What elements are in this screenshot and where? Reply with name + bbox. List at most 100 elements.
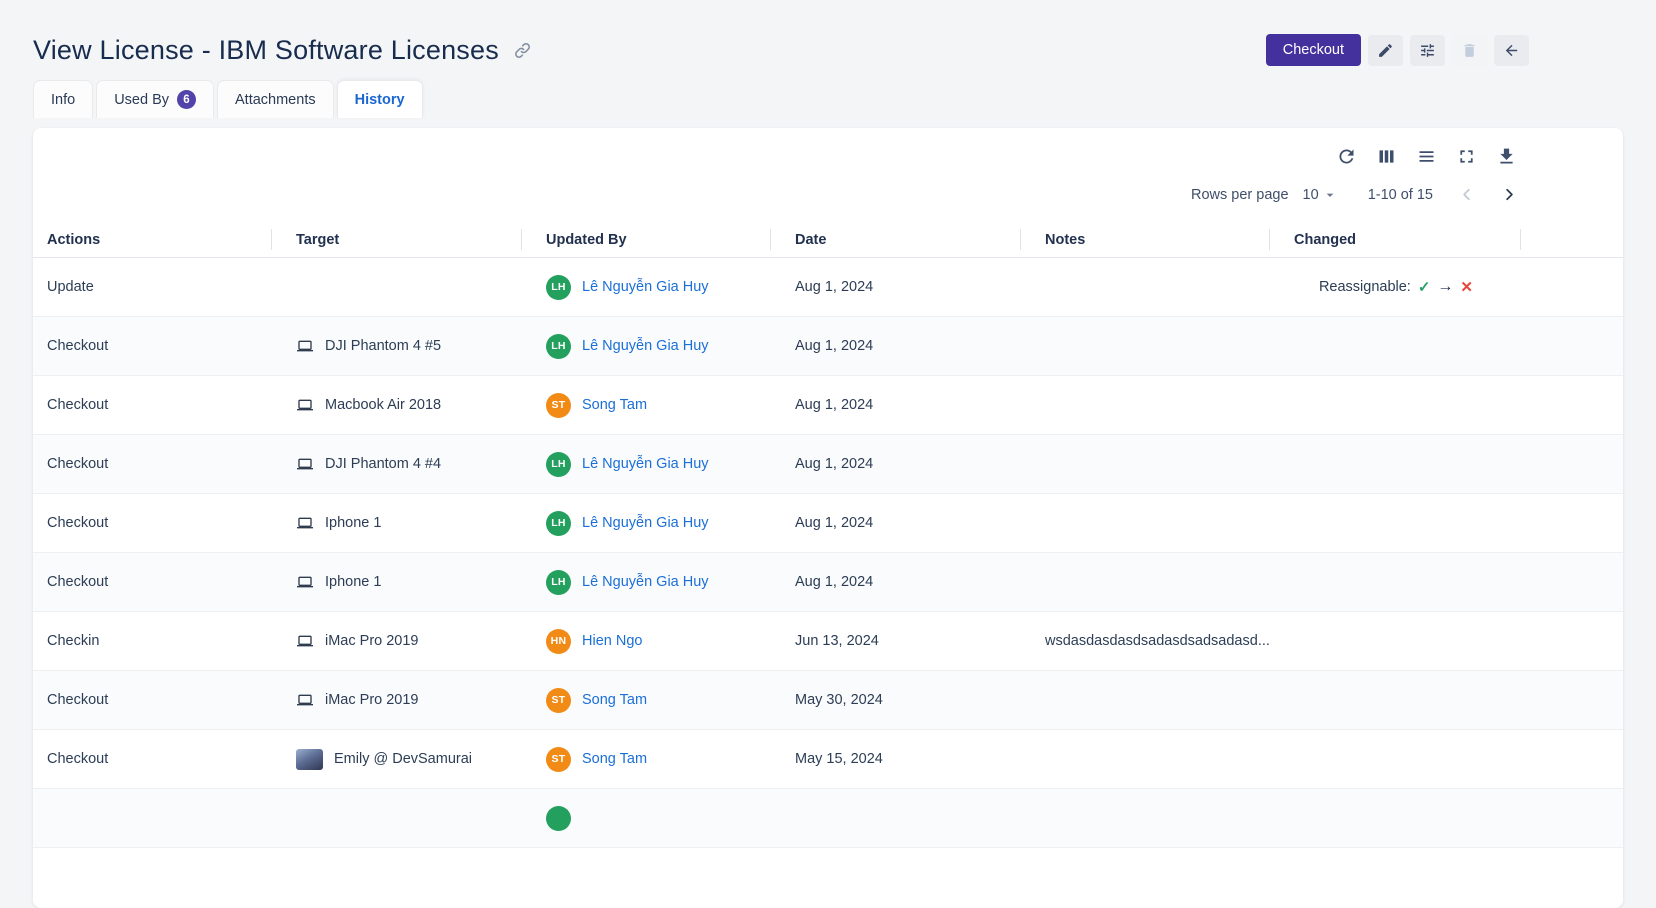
tab-used-by[interactable]: Used By 6 [96,80,214,118]
user-link[interactable]: Lê Nguyễn Gia Huy [582,456,709,472]
user-avatar: HN [546,629,571,654]
date-label: Aug 1, 2024 [795,515,873,531]
column-header-target[interactable]: Target [272,222,522,257]
export-button[interactable] [1496,146,1517,167]
action-label: Update [47,279,94,295]
chevron-left-icon [1457,185,1476,204]
updated-by-cell [522,789,771,847]
column-header-date[interactable]: Date [771,222,1021,257]
settings-button[interactable] [1410,35,1445,66]
refresh-button[interactable] [1336,146,1357,167]
action-cell: Checkout [33,494,272,552]
column-header-updated-by[interactable]: Updated By [522,222,771,257]
user-link[interactable]: Lê Nguyễn Gia Huy [582,515,709,531]
user-link[interactable]: Song Tam [582,751,647,767]
prev-page-button [1455,183,1478,206]
table-row: Checkout DJI Phantom 4 #4 LH Lê Nguyễn G… [33,435,1623,494]
user-link[interactable]: Lê Nguyễn Gia Huy [582,574,709,590]
columns-button[interactable] [1376,146,1397,167]
caret-down-icon [1322,187,1338,203]
spacer-cell [1521,258,1623,316]
x-icon: ✕ [1460,278,1473,296]
user-avatar: LH [546,511,571,536]
notes-cell [1021,730,1270,788]
action-cell [33,789,272,847]
fullscreen-button[interactable] [1456,146,1477,167]
next-page-button[interactable] [1498,183,1521,206]
column-header-notes[interactable]: Notes [1021,222,1270,257]
pagination: Rows per page 10 1-10 of 15 [33,167,1623,206]
date-cell: Aug 1, 2024 [771,435,1021,493]
table-row: Checkout Emily @ DevSamurai ST Song Tam … [33,730,1623,789]
target-label: Emily @ DevSamurai [334,751,472,767]
tab-info[interactable]: Info [33,80,93,118]
back-button[interactable] [1494,35,1529,66]
target-cell: Emily @ DevSamurai [272,730,522,788]
spacer-cell [1521,317,1623,375]
column-header-spacer [1521,222,1623,257]
user-link[interactable]: Song Tam [582,397,647,413]
action-cell: Checkout [33,730,272,788]
tab-history[interactable]: History [337,80,423,118]
user-link[interactable]: Lê Nguyễn Gia Huy [582,338,709,354]
laptop-icon [296,397,314,413]
rows-per-page-select[interactable]: 10 [1303,187,1338,203]
density-button[interactable] [1416,146,1437,167]
action-cell: Checkout [33,376,272,434]
action-cell: Checkout [33,671,272,729]
updated-by-cell: HN Hien Ngo [522,612,771,670]
tab-info-label: Info [51,92,75,108]
target-cell: iMac Pro 2019 [272,612,522,670]
target-cell [272,258,522,316]
date-cell: Aug 1, 2024 [771,258,1021,316]
table-row: Checkout iMac Pro 2019 ST Song Tam May 3… [33,671,1623,730]
laptop-icon [296,456,314,472]
action-label: Checkout [47,692,108,708]
laptop-icon [296,515,314,531]
download-icon [1496,146,1517,167]
user-link[interactable]: Song Tam [582,692,647,708]
target-label: iMac Pro 2019 [325,692,419,708]
spacer-cell [1521,553,1623,611]
updated-by-cell: LH Lê Nguyễn Gia Huy [522,494,771,552]
tab-attachments[interactable]: Attachments [217,80,334,118]
user-avatar: ST [546,393,571,418]
spacer-cell [1521,435,1623,493]
notes-cell [1021,317,1270,375]
action-label: Checkout [47,515,108,531]
user-avatar [546,806,571,831]
user-avatar: ST [546,747,571,772]
page-range-label: 1-10 of 15 [1368,187,1433,203]
date-cell: May 15, 2024 [771,730,1021,788]
spacer-cell [1521,730,1623,788]
user-avatar: ST [546,688,571,713]
notes-cell [1021,435,1270,493]
target-label: DJI Phantom 4 #4 [325,456,441,472]
target-cell: DJI Phantom 4 #4 [272,435,522,493]
spacer-cell [1521,494,1623,552]
date-label: Aug 1, 2024 [795,279,873,295]
table-row: Checkout Iphone 1 LH Lê Nguyễn Gia Huy A… [33,494,1623,553]
copy-link-icon[interactable] [513,41,532,60]
date-label: Aug 1, 2024 [795,574,873,590]
date-label: May 15, 2024 [795,751,883,767]
user-link[interactable]: Hien Ngo [582,633,642,649]
laptop-icon [296,633,314,649]
column-header-changed[interactable]: Changed [1270,222,1521,257]
table-row [33,789,1623,848]
action-cell: Checkout [33,317,272,375]
header-actions: Checkout [1266,34,1529,66]
table-row: Checkin iMac Pro 2019 HN Hien Ngo Jun 13… [33,612,1623,671]
column-header-actions[interactable]: Actions [33,222,272,257]
laptop-icon [296,692,314,708]
laptop-icon [296,574,314,590]
used-by-count-badge: 6 [177,90,196,109]
sliders-icon [1419,42,1436,59]
checkout-button[interactable]: Checkout [1266,34,1361,66]
check-icon: ✓ [1418,278,1431,296]
spacer-cell [1521,789,1623,847]
action-label: Checkout [47,574,108,590]
changed-cell [1270,317,1521,375]
user-link[interactable]: Lê Nguyễn Gia Huy [582,279,709,295]
edit-button[interactable] [1368,35,1403,66]
